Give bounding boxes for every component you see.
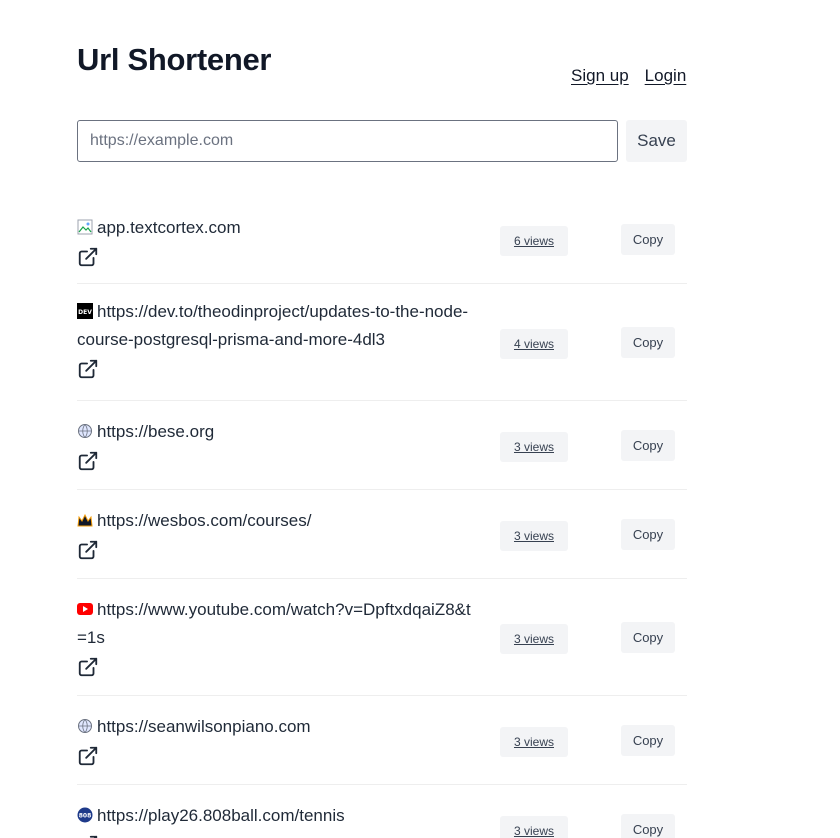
808ball-icon: 808 [77,807,93,823]
page-title: Url Shortener [77,42,272,77]
crown-icon [77,513,93,527]
youtube-icon [77,603,93,615]
copy-button[interactable]: Copy [621,519,675,550]
link-url: https://seanwilsonpiano.com [97,717,311,736]
list-item: 808 https://play26.808ball.com/tennis 3 v… [77,785,687,838]
broken-image-icon [77,219,93,235]
link-url: app.textcortex.com [97,218,241,237]
external-link-icon[interactable] [77,450,99,472]
link-url: https://bese.org [97,422,215,441]
external-link-icon[interactable] [77,539,99,561]
external-link-icon[interactable] [77,656,99,678]
dev-icon: DEV [77,303,93,319]
svg-text:808: 808 [79,813,92,820]
signup-link[interactable]: Sign up [571,66,629,86]
list-item: https://bese.org 3 views Copy [77,401,687,490]
copy-button[interactable]: Copy [621,224,675,255]
views-link[interactable]: 3 views [500,432,568,462]
copy-button[interactable]: Copy [621,622,675,653]
link-url: https://www.youtube.com/watch?v=Dpftxdqa… [77,600,471,647]
globe-icon [78,719,92,733]
url-input[interactable] [77,120,618,162]
auth-nav: Sign up Login [571,66,686,86]
external-link-icon[interactable] [77,834,99,838]
save-button[interactable]: Save [626,120,687,162]
copy-button[interactable]: Copy [621,430,675,461]
link-url: https://play26.808ball.com/tennis [97,806,345,825]
list-item: app.textcortex.com 6 views Copy [77,200,687,284]
views-link[interactable]: 4 views [500,329,568,359]
list-item: https://www.youtube.com/watch?v=Dpftxdqa… [77,579,687,696]
external-link-icon[interactable] [77,358,99,380]
list-item: https://wesbos.com/courses/ 3 views Copy [77,490,687,579]
link-url: https://wesbos.com/courses/ [97,511,312,530]
list-item: https://seanwilsonpiano.com 3 views Copy [77,696,687,785]
list-item: DEV https://dev.to/theodinproject/updates… [77,284,687,401]
copy-button[interactable]: Copy [621,327,675,358]
views-link[interactable]: 3 views [500,816,568,838]
link-url: https://dev.to/theodinproject/updates-to… [77,302,469,349]
views-link[interactable]: 3 views [500,727,568,757]
external-link-icon[interactable] [77,246,99,268]
globe-icon [78,424,92,438]
views-link[interactable]: 3 views [500,521,568,551]
views-link[interactable]: 6 views [500,226,568,256]
svg-text:DEV: DEV [78,309,92,316]
copy-button[interactable]: Copy [621,814,675,838]
link-list: app.textcortex.com 6 views Copy DEV https… [77,200,687,838]
external-link-icon[interactable] [77,745,99,767]
login-link[interactable]: Login [645,66,687,86]
views-link[interactable]: 3 views [500,624,568,654]
copy-button[interactable]: Copy [621,725,675,756]
